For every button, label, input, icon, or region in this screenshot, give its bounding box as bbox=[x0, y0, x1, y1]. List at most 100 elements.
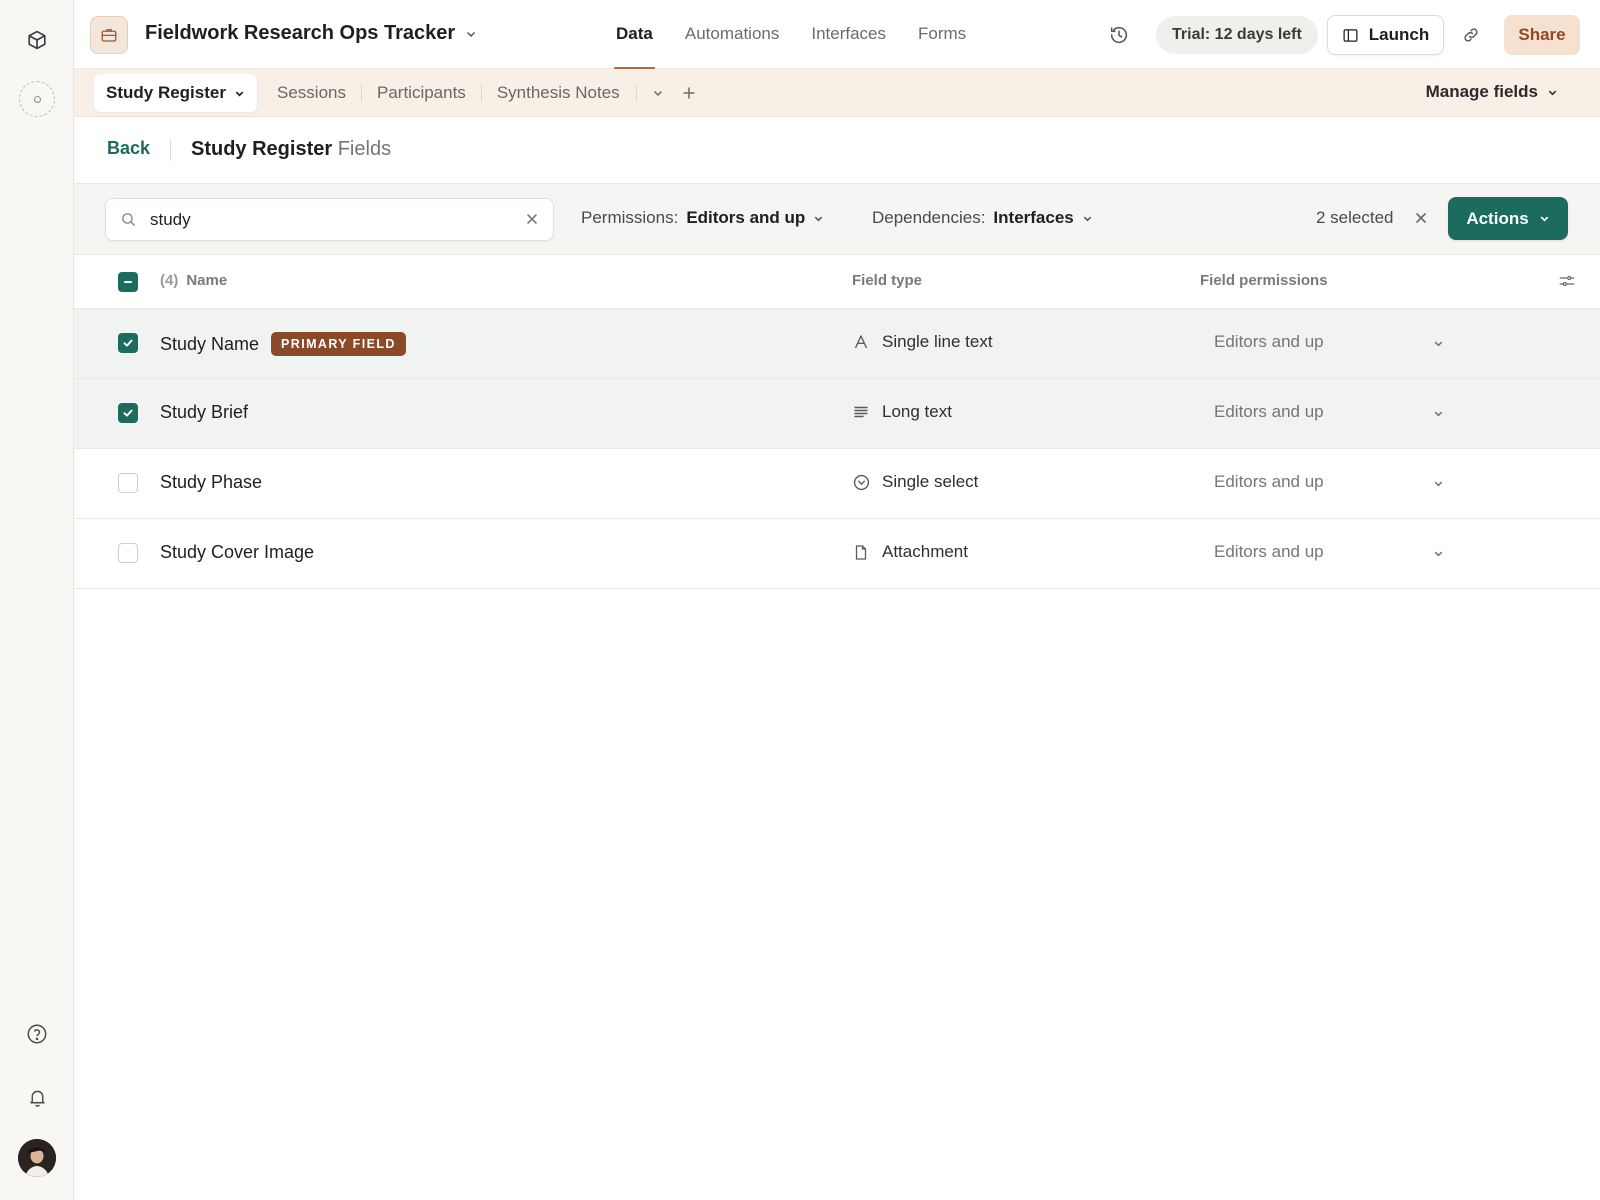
row-checkbox[interactable] bbox=[118, 333, 138, 353]
page-title-table: Study Register bbox=[191, 138, 333, 160]
chevron-down-icon bbox=[1083, 216, 1091, 221]
table-tabs: Sessions Participants Synthesis Notes bbox=[262, 69, 635, 117]
table-row[interactable]: Study Cover Image Attachment Editors and… bbox=[74, 519, 1600, 589]
table-tab-bar: Study Register Sessions Participants Syn… bbox=[74, 69, 1600, 117]
base-title-text: Fieldwork Research Ops Tracker bbox=[145, 22, 456, 44]
permissions-filter-label: Permissions: bbox=[581, 208, 679, 227]
left-rail bbox=[0, 0, 74, 1200]
table-tab-participants[interactable]: Participants bbox=[360, 84, 481, 102]
column-name-label: Name bbox=[186, 272, 228, 289]
selected-count: 2 selected bbox=[1316, 208, 1394, 227]
field-name: Study Cover Image bbox=[160, 542, 314, 563]
row-checkbox[interactable] bbox=[118, 543, 138, 563]
launch-label: Launch bbox=[1368, 25, 1430, 44]
field-count: (4) bbox=[160, 272, 179, 289]
page-title-suffix: Fields bbox=[337, 138, 392, 160]
column-header-field-type[interactable]: Field type bbox=[852, 272, 922, 289]
row-checkbox[interactable] bbox=[118, 473, 138, 493]
field-type-text: Attachment bbox=[882, 542, 968, 561]
base-title[interactable]: Fieldwork Research Ops Tracker bbox=[145, 22, 477, 45]
workspace-placeholder-icon[interactable] bbox=[19, 81, 55, 117]
table-tab-study-register[interactable]: Study Register bbox=[94, 74, 257, 112]
clear-selection-icon[interactable] bbox=[1414, 211, 1428, 225]
attachment-icon bbox=[852, 543, 870, 561]
more-tables-chevron-icon[interactable] bbox=[648, 83, 668, 103]
field-permission[interactable]: Editors and up bbox=[1214, 332, 1324, 352]
field-type: Attachment bbox=[852, 542, 968, 562]
search-icon bbox=[120, 211, 137, 228]
home-cube-icon[interactable] bbox=[17, 20, 57, 60]
permission-chevron-down-icon[interactable] bbox=[1433, 408, 1444, 419]
long-text-icon bbox=[852, 403, 870, 421]
share-button[interactable]: Share bbox=[1504, 15, 1580, 55]
dependencies-filter-label: Dependencies: bbox=[872, 208, 986, 227]
page-header: Back Study Register Fields bbox=[74, 117, 1600, 184]
column-header-name[interactable]: (4) Name bbox=[160, 272, 227, 289]
actions-button[interactable]: Actions bbox=[1448, 197, 1568, 240]
chevron-down-icon bbox=[1548, 90, 1557, 95]
table-tab-synthesis-notes[interactable]: Synthesis Notes bbox=[480, 84, 635, 102]
tab-data[interactable]: Data bbox=[600, 0, 669, 69]
tab-interfaces[interactable]: Interfaces bbox=[795, 0, 902, 69]
search-input[interactable] bbox=[150, 207, 490, 233]
page-title: Study Register Fields bbox=[191, 138, 391, 161]
avatar[interactable] bbox=[18, 1139, 56, 1177]
chevron-down-icon bbox=[815, 216, 823, 221]
link-icon[interactable] bbox=[1458, 22, 1484, 48]
chevron-down-icon bbox=[235, 91, 244, 97]
trial-badge[interactable]: Trial: 12 days left bbox=[1156, 16, 1318, 54]
help-icon[interactable] bbox=[17, 1014, 57, 1054]
table-row[interactable]: Study Brief Long text Editors and up bbox=[74, 379, 1600, 449]
field-permission[interactable]: Editors and up bbox=[1214, 402, 1324, 422]
text-a-icon bbox=[852, 333, 870, 351]
launch-button[interactable]: Launch bbox=[1327, 15, 1444, 55]
single-select-icon bbox=[852, 473, 870, 491]
column-settings-sliders-icon[interactable] bbox=[1558, 272, 1576, 290]
dependencies-filter-value: Interfaces bbox=[993, 208, 1074, 227]
actions-label: Actions bbox=[1466, 208, 1529, 228]
manage-fields-button[interactable]: Manage fields bbox=[1426, 82, 1558, 102]
manage-fields-label: Manage fields bbox=[1425, 82, 1538, 101]
tab-automations[interactable]: Automations bbox=[669, 0, 796, 69]
field-type: Single line text bbox=[852, 332, 993, 352]
fields-toolbar: Permissions: Editors and up Dependencies… bbox=[74, 184, 1600, 255]
briefcase-icon[interactable] bbox=[90, 16, 128, 54]
permission-chevron-down-icon[interactable] bbox=[1433, 338, 1444, 349]
field-name-text: Study Cover Image bbox=[160, 542, 315, 562]
field-name-text: Study Phase bbox=[160, 472, 263, 492]
field-permission[interactable]: Editors and up bbox=[1214, 472, 1324, 492]
permission-chevron-down-icon[interactable] bbox=[1433, 478, 1444, 489]
permissions-filter-value: Editors and up bbox=[686, 208, 806, 227]
table-row[interactable]: Study Phase Single select Editors and up bbox=[74, 449, 1600, 519]
back-link[interactable]: Back bbox=[107, 138, 150, 159]
search-field[interactable] bbox=[105, 198, 554, 241]
select-all-checkbox[interactable] bbox=[118, 272, 138, 292]
history-icon[interactable] bbox=[1106, 22, 1132, 48]
field-type: Long text bbox=[852, 402, 952, 422]
chevron-down-icon bbox=[1540, 216, 1548, 222]
field-name: Study Brief bbox=[160, 402, 248, 423]
field-type-text: Long text bbox=[882, 402, 952, 421]
main-nav: Data Automations Interfaces Forms bbox=[600, 0, 982, 69]
field-permission[interactable]: Editors and up bbox=[1214, 542, 1324, 562]
permissions-filter[interactable]: Permissions: Editors and up bbox=[581, 208, 824, 228]
dependencies-filter[interactable]: Dependencies: Interfaces bbox=[872, 208, 1093, 228]
row-checkbox[interactable] bbox=[118, 403, 138, 423]
field-name: Study Phase bbox=[160, 472, 262, 493]
column-header-field-permissions[interactable]: Field permissions bbox=[1200, 272, 1328, 289]
top-bar: Fieldwork Research Ops Tracker Data Auto… bbox=[74, 0, 1600, 69]
bell-icon[interactable] bbox=[17, 1077, 57, 1117]
field-type: Single select bbox=[852, 472, 978, 492]
tab-forms[interactable]: Forms bbox=[902, 0, 982, 69]
tab-divider bbox=[636, 84, 637, 102]
clear-search-icon[interactable] bbox=[525, 212, 539, 226]
primary-field-badge: PRIMARY FIELD bbox=[271, 332, 406, 356]
table-tab-sessions[interactable]: Sessions bbox=[262, 84, 361, 102]
field-type-text: Single select bbox=[882, 472, 979, 491]
field-name-text: Study Name bbox=[160, 333, 260, 354]
add-table-icon[interactable] bbox=[678, 82, 700, 104]
permission-chevron-down-icon[interactable] bbox=[1433, 548, 1444, 559]
field-type-text: Single line text bbox=[882, 332, 993, 351]
table-row[interactable]: Study Name PRIMARY FIELD Single line tex… bbox=[74, 309, 1600, 379]
chevron-down-icon bbox=[467, 31, 476, 37]
